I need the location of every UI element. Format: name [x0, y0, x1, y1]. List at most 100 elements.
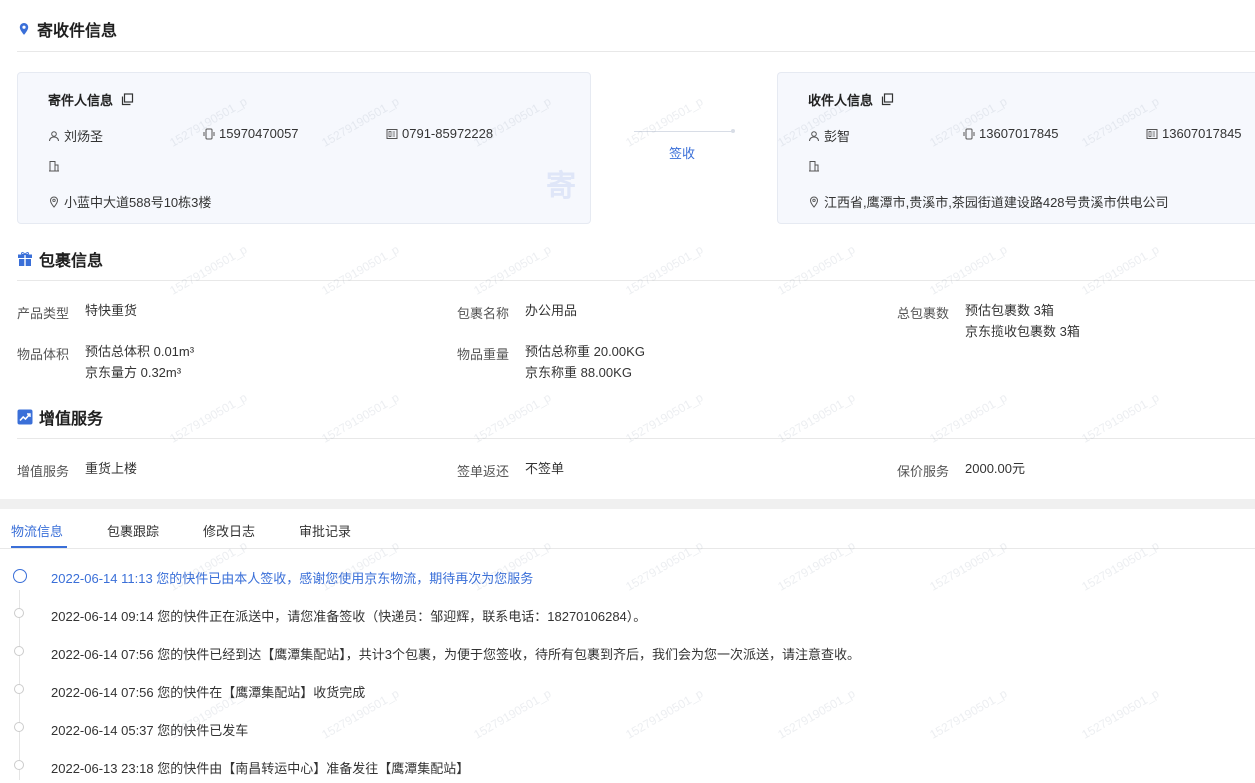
watermark-text: 15279190501_p	[775, 538, 858, 594]
sender-card: 寄件人信息 刘炀圣 15970470057 0791-85972228 小蓝中大…	[17, 72, 591, 224]
service-value: 重货上楼	[85, 461, 138, 476]
watermark-text: 15279190501_p	[623, 538, 706, 594]
receiver-phone: 13607017845	[1162, 126, 1242, 141]
watermark-text: 15279190501_p	[623, 94, 706, 150]
watermark-text: 15279190501_p	[775, 242, 858, 298]
section-header-value-added: 增值服务	[17, 405, 103, 429]
location-pin-outline-icon	[808, 195, 820, 208]
delivery-status: 签收	[669, 146, 696, 161]
package-count-jd: 京东揽收包裹数 3箱	[965, 324, 1080, 339]
package-count-label: 总包裹数	[897, 306, 950, 321]
sender-address-row: 小蓝中大道588号10栋3楼	[48, 192, 211, 211]
section-title: 增值服务	[39, 411, 104, 428]
watermark-text: 15279190501_p	[775, 686, 858, 742]
watermark-text: 15279190501_p	[927, 686, 1010, 742]
package-count-estimated: 预估包裹数 3箱	[965, 303, 1054, 318]
watermark-text: 15279190501_p	[623, 686, 706, 742]
sender-phone-row: 0791-85972228	[386, 126, 493, 141]
timeline-item: 2022-06-14 07:56 您的快件在【鹰潭集配站】收货完成	[51, 685, 366, 700]
divider	[17, 280, 1255, 281]
watermark-text: 15279190501_p	[623, 242, 706, 298]
sender-card-title: 寄件人信息	[48, 90, 134, 109]
insurance-label: 保价服务	[897, 464, 950, 479]
building-icon	[48, 160, 60, 172]
sender-address: 小蓝中大道588号10栋3楼	[64, 195, 212, 210]
receiver-building-row	[808, 160, 820, 172]
tab-approval-records[interactable]: 审批记录	[299, 521, 351, 540]
tab-change-log[interactable]: 修改日志	[203, 521, 255, 540]
location-pin-icon	[17, 22, 31, 36]
product-type-label: 产品类型	[17, 306, 70, 321]
receiver-phone-row: 13607017845	[1146, 126, 1242, 141]
sender-name: 刘炀圣	[64, 129, 104, 144]
mobile-icon	[963, 128, 975, 140]
volume-estimated: 预估总体积 0.01m³	[85, 344, 195, 359]
tabs-divider	[0, 548, 1255, 549]
copy-icon[interactable]	[121, 93, 134, 106]
weight-label: 物品重量	[457, 347, 510, 362]
receiver-name-row: 彭智	[808, 126, 850, 145]
sender-name-row: 刘炀圣	[48, 126, 103, 145]
timeline-dot	[14, 760, 24, 770]
sender-mobile: 15970470057	[219, 126, 299, 141]
service-label: 增值服务	[17, 464, 70, 479]
sender-mobile-row: 15970470057	[203, 126, 299, 141]
sender-building-row	[48, 160, 60, 172]
tab-logistics[interactable]: 物流信息	[11, 521, 63, 540]
section-separator	[0, 499, 1255, 509]
gift-box-icon	[17, 251, 33, 267]
copy-icon[interactable]	[881, 93, 894, 106]
mobile-icon	[203, 128, 215, 140]
person-icon	[808, 130, 820, 142]
divider	[17, 438, 1255, 439]
divider	[17, 51, 1255, 52]
landline-icon	[1146, 128, 1158, 140]
sender-phone: 0791-85972228	[402, 126, 494, 141]
package-name-label: 包裹名称	[457, 306, 510, 321]
weight-estimated: 预估总称重 20.00KG	[525, 344, 645, 359]
receiver-card-title: 收件人信息	[808, 90, 894, 109]
return-value: 不签单	[525, 461, 565, 476]
insurance-value: 2000.00元	[965, 461, 1025, 476]
person-icon	[48, 130, 60, 142]
section-title: 寄收件信息	[37, 23, 118, 40]
connector-line	[634, 131, 734, 132]
section-title: 包裹信息	[39, 253, 104, 270]
section-header-package: 包裹信息	[17, 247, 103, 271]
receiver-mobile: 13607017845	[979, 126, 1059, 141]
watermark-text: 15279190501_p	[471, 242, 554, 298]
watermark-text: 15279190501_p	[167, 242, 250, 298]
tab-package-tracking[interactable]: 包裹跟踪	[107, 521, 159, 540]
receiver-card: 收件人信息 彭智 13607017845 13607017845 江西省,鹰潭市…	[777, 72, 1255, 224]
receiver-address: 江西省,鹰潭市,贵溪市,茶园街道建设路428号贵溪市供电公司	[824, 195, 1169, 210]
watermark-text: 15279190501_p	[1079, 538, 1162, 594]
timeline-dot	[14, 684, 24, 694]
connector-dot	[731, 129, 735, 133]
timeline-dot-active	[13, 569, 27, 583]
timeline-item: 2022-06-14 09:14 您的快件正在派送中，请您准备签收（快递员：邹迎…	[51, 609, 647, 624]
receiver-mobile-row: 13607017845	[963, 126, 1059, 141]
receiver-name: 彭智	[824, 129, 851, 144]
timeline-item: 2022-06-14 07:56 您的快件已经到达【鹰潭集配站】，共计3个包裹，…	[51, 647, 860, 662]
weight-jd: 京东称重 88.00KG	[525, 365, 632, 380]
watermark-text: 15279190501_p	[1079, 242, 1162, 298]
receiver-address-row: 江西省,鹰潭市,贵溪市,茶园街道建设路428号贵溪市供电公司	[808, 192, 1169, 211]
sender-stamp: 寄	[546, 170, 576, 203]
trend-chart-icon	[17, 409, 33, 425]
timeline-item: 2022-06-14 11:13 您的快件已由本人签收，感谢您使用京东物流，期待…	[51, 571, 534, 586]
timeline-item: 2022-06-14 05:37 您的快件已发车	[51, 723, 249, 738]
timeline-dot	[14, 722, 24, 732]
package-name-value: 办公用品	[525, 303, 578, 318]
watermark-text: 15279190501_p	[471, 686, 554, 742]
volume-label: 物品体积	[17, 347, 70, 362]
watermark-text: 15279190501_p	[927, 538, 1010, 594]
section-header-shipping: 寄收件信息	[17, 17, 117, 41]
location-pin-outline-icon	[48, 195, 60, 208]
timeline-dot	[14, 608, 24, 618]
watermark-text: 15279190501_p	[319, 242, 402, 298]
return-label: 签单返还	[457, 464, 510, 479]
watermark-text: 15279190501_p	[1079, 686, 1162, 742]
timeline-dot	[14, 646, 24, 656]
watermark-text: 15279190501_p	[927, 242, 1010, 298]
building-icon	[808, 160, 820, 172]
